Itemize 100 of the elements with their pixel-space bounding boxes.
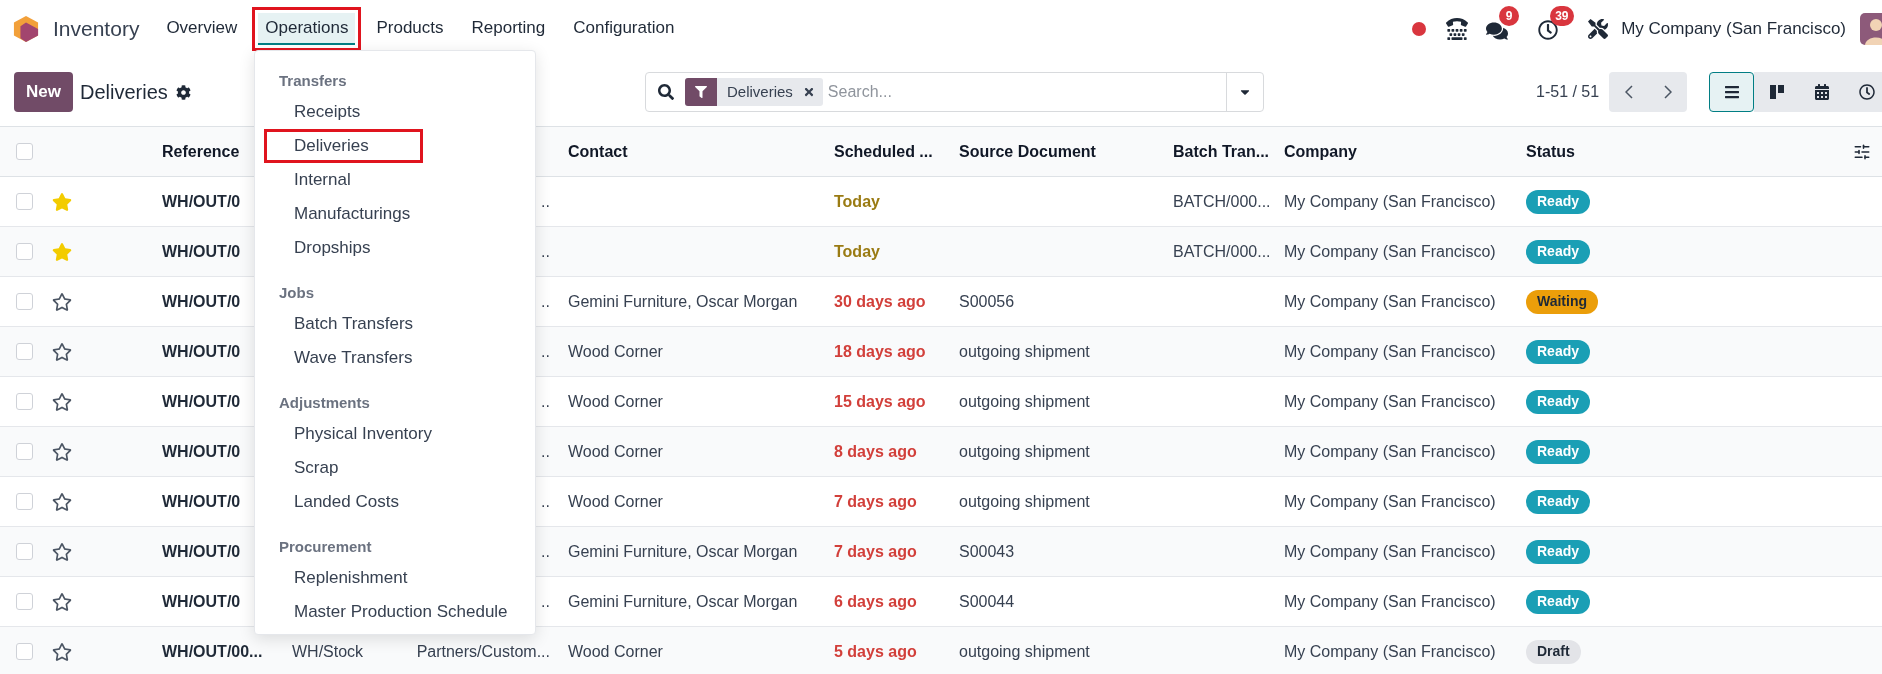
status-badge: Waiting xyxy=(1526,289,1599,314)
table-cell: Gemini Furniture, Oscar Morgan xyxy=(568,592,798,610)
dropdown-item[interactable]: Replenishment xyxy=(264,561,419,595)
new-button[interactable]: New xyxy=(14,72,73,112)
column-header[interactable]: Source Document xyxy=(947,139,1161,164)
star-outline-icon[interactable] xyxy=(52,291,72,312)
table-cell: outgoing shipment xyxy=(959,342,1090,360)
table-cell: BATCH/000... xyxy=(1173,242,1271,260)
status-badge: Ready xyxy=(1526,189,1591,214)
checkbox[interactable] xyxy=(15,593,33,610)
star-outline-icon[interactable] xyxy=(52,391,72,412)
column-header[interactable]: Status xyxy=(1514,139,1842,164)
table-cell: outgoing shipment xyxy=(959,642,1090,660)
table-cell: Partners/Custom... xyxy=(416,642,550,660)
next-page-button[interactable] xyxy=(1648,72,1688,112)
table-cell: My Company (San Francisco) xyxy=(1284,192,1496,210)
table-cell: Today xyxy=(834,192,880,210)
table-cell: Wood Corner xyxy=(568,642,663,660)
settings-icon[interactable] xyxy=(175,84,191,100)
status-badge: Ready xyxy=(1526,489,1591,514)
table-cell: My Company (San Francisco) xyxy=(1284,642,1496,660)
table-cell: WH/OUT/0 xyxy=(162,542,241,560)
pager-value[interactable]: 1-51 / 51 xyxy=(1536,80,1600,104)
menu-item[interactable]: Operations xyxy=(258,13,356,45)
star-outline-icon[interactable] xyxy=(52,541,72,562)
status-badge: Ready xyxy=(1526,539,1591,564)
checkbox[interactable] xyxy=(15,393,33,410)
dropdown-item[interactable]: Manufacturings xyxy=(264,197,422,231)
star-outline-icon[interactable] xyxy=(52,641,72,662)
dropdown-item[interactable]: Landed Costs xyxy=(264,485,410,519)
checkbox[interactable] xyxy=(15,193,33,210)
checkbox[interactable] xyxy=(15,543,33,560)
dropdown-item[interactable]: Dropships xyxy=(264,231,382,265)
search-icon xyxy=(658,84,674,100)
dropdown-item[interactable]: Wave Transfers xyxy=(264,341,424,375)
table-cell: My Company (San Francisco) xyxy=(1284,242,1496,260)
table-cell: .. xyxy=(541,192,550,210)
star-outline-icon[interactable] xyxy=(52,591,72,612)
checkbox[interactable] xyxy=(15,293,33,310)
column-header[interactable]: Batch Tran... xyxy=(1161,139,1272,164)
status-badge: Ready xyxy=(1526,389,1591,414)
list-icon xyxy=(1723,84,1740,100)
company-switcher[interactable]: My Company (San Francisco) xyxy=(1621,16,1846,42)
column-header[interactable]: Company xyxy=(1272,139,1514,164)
filter-facet[interactable]: Deliveries xyxy=(685,78,823,106)
dropdown-item[interactable]: Receipts xyxy=(264,95,372,129)
table-cell: .. xyxy=(541,542,550,560)
dropdown-item[interactable]: Master Production Schedule xyxy=(264,595,519,629)
app-name[interactable]: Inventory xyxy=(53,13,140,45)
dropdown-item[interactable]: Physical Inventory xyxy=(264,417,443,451)
chevron-left-icon xyxy=(1624,85,1633,99)
dropdown-item[interactable]: Batch Transfers xyxy=(264,307,425,341)
star-outline-icon[interactable] xyxy=(52,441,72,462)
kanban-icon xyxy=(1768,84,1785,100)
dropdown-item[interactable]: Deliveries xyxy=(264,129,423,163)
phone-icon[interactable] xyxy=(1446,18,1469,40)
checkbox[interactable] xyxy=(15,643,33,660)
status-badge: Ready xyxy=(1526,439,1591,464)
checkbox[interactable] xyxy=(15,143,33,160)
kanban-view-button[interactable] xyxy=(1754,72,1800,112)
checkbox[interactable] xyxy=(15,243,33,260)
checkbox[interactable] xyxy=(15,443,33,460)
close-icon[interactable] xyxy=(802,86,815,98)
clock-icon xyxy=(1858,84,1875,100)
column-settings-icon[interactable] xyxy=(1853,142,1871,161)
menu-item[interactable]: Configuration xyxy=(566,13,682,45)
chat-icon[interactable] xyxy=(1486,20,1509,42)
activity-view-button[interactable] xyxy=(1844,72,1882,112)
tools-icon[interactable] xyxy=(1588,19,1609,39)
table-cell: S00056 xyxy=(959,292,1015,310)
table-cell: S00043 xyxy=(959,542,1015,560)
calendar-icon xyxy=(1813,84,1830,100)
app-logo-icon[interactable] xyxy=(13,15,39,43)
menu-item[interactable]: Overview xyxy=(159,13,245,45)
status-badge: Ready xyxy=(1526,239,1591,264)
dropdown-item[interactable]: Scrap xyxy=(264,451,350,485)
table-cell: S00044 xyxy=(959,592,1015,610)
table-cell: outgoing shipment xyxy=(959,442,1090,460)
table-cell: WH/OUT/0 xyxy=(162,342,241,360)
search-field[interactable]: Deliveries Search... xyxy=(645,72,1264,112)
menu-item[interactable]: Reporting xyxy=(464,13,553,45)
dropdown-item[interactable]: Internal xyxy=(264,163,362,197)
checkbox[interactable] xyxy=(15,493,33,510)
star-outline-icon[interactable] xyxy=(52,491,72,512)
star-icon[interactable] xyxy=(52,191,72,212)
clock-icon[interactable] xyxy=(1538,20,1559,40)
table-cell: My Company (San Francisco) xyxy=(1284,492,1496,510)
table-cell: 6 days ago xyxy=(834,592,917,610)
column-header[interactable]: Contact xyxy=(556,139,822,164)
table-cell: 18 days ago xyxy=(834,342,926,360)
status-badge: Draft xyxy=(1526,639,1581,664)
status-badge: Ready xyxy=(1526,339,1591,364)
search-input[interactable]: Search... xyxy=(827,73,1226,111)
table-cell: outgoing shipment xyxy=(959,392,1090,410)
star-icon[interactable] xyxy=(52,241,72,262)
checkbox[interactable] xyxy=(15,343,33,360)
column-header[interactable]: Scheduled ... xyxy=(822,139,947,164)
star-outline-icon[interactable] xyxy=(52,341,72,362)
menu-item[interactable]: Products xyxy=(369,13,451,45)
list-view-button[interactable] xyxy=(1709,72,1755,112)
